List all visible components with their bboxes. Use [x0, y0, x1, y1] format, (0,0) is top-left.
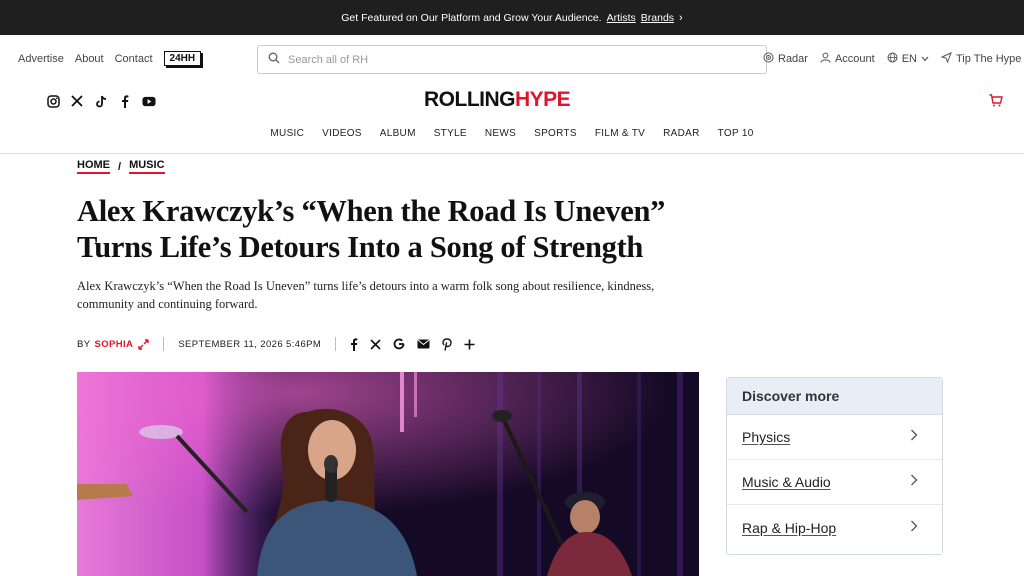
nav-music[interactable]: MUSIC	[270, 128, 304, 139]
breadcrumb-separator: /	[118, 160, 122, 173]
radar-link[interactable]: Radar	[763, 52, 808, 66]
breadcrumb-home[interactable]: HOME	[77, 159, 110, 174]
promo-brands-link[interactable]: Brands	[641, 12, 674, 24]
breadcrumb-music[interactable]: MUSIC	[129, 159, 165, 174]
x-icon[interactable]	[70, 94, 84, 108]
article-dek: Alex Krawczyk’s “When the Road Is Uneven…	[77, 279, 655, 311]
x-icon[interactable]	[370, 338, 381, 350]
chevron-down-icon	[921, 53, 929, 65]
nav-radar[interactable]: RADAR	[663, 128, 700, 139]
byline: BY SOPHIA SEPTEMBER 11, 2026 5:46PM	[77, 337, 475, 351]
plus-icon[interactable]	[464, 339, 475, 350]
about-link[interactable]: About	[75, 53, 104, 65]
main-nav: MUSIC VIDEOS ALBUM STYLE NEWS SPORTS FIL…	[0, 128, 1024, 139]
tiktok-icon[interactable]	[94, 94, 108, 108]
share-icons	[350, 337, 475, 351]
search-icon	[268, 51, 280, 69]
radar-label: Radar	[778, 53, 808, 65]
chevron-right-icon: ›	[679, 11, 683, 24]
nav-divider	[0, 153, 1024, 154]
breadcrumb: HOME / MUSIC	[77, 159, 165, 174]
language-selector[interactable]: EN	[887, 52, 929, 66]
author-link[interactable]: SOPHIA	[94, 339, 133, 350]
nav-film-tv[interactable]: FILM & TV	[595, 128, 645, 139]
pinterest-icon[interactable]	[442, 337, 452, 351]
cart-icon[interactable]	[989, 94, 1003, 112]
hero-image	[77, 372, 699, 576]
account-label: Account	[834, 53, 875, 65]
email-icon[interactable]	[417, 339, 430, 349]
byline-by: BY	[77, 338, 91, 350]
nav-top-10[interactable]: TOP 10	[718, 128, 754, 139]
promo-bar: Get Featured on Our Platform and Grow Yo…	[0, 0, 1024, 35]
language-label: EN	[901, 53, 917, 65]
radar-icon	[763, 52, 774, 66]
byline-divider	[163, 337, 165, 351]
site-logo[interactable]: ROLLINGHYPE	[424, 88, 571, 112]
nav-sports[interactable]: SPORTS	[534, 128, 577, 139]
discover-more-title: Discover more	[727, 378, 942, 415]
utility-right: Radar Account EN Tip The Hype	[763, 52, 1021, 66]
discover-item-music-audio[interactable]: Music & Audio	[727, 460, 942, 505]
article-title: Alex Krawczyk’s “When the Road Is Uneven…	[77, 194, 666, 264]
discover-more-panel: Discover more Physics Music & Audio Rap …	[726, 377, 943, 555]
facebook-icon[interactable]	[118, 94, 132, 108]
social-links	[46, 94, 156, 108]
globe-icon	[887, 52, 898, 66]
tip-the-hype-link[interactable]: Tip The Hype	[940, 52, 1022, 66]
nav-videos[interactable]: VIDEOS	[322, 128, 362, 139]
search-input[interactable]	[288, 53, 758, 66]
account-link[interactable]: Account	[820, 52, 875, 66]
chevron-right-icon	[910, 519, 918, 537]
facebook-icon[interactable]	[350, 337, 358, 351]
youtube-icon[interactable]	[142, 94, 156, 108]
utility-links: Advertise About Contact 24HH	[18, 51, 202, 66]
nav-news[interactable]: NEWS	[485, 128, 516, 139]
publish-date: SEPTEMBER 11, 2026 5:46PM	[178, 338, 322, 350]
search-box[interactable]	[257, 45, 767, 74]
promo-text: Get Featured on Our Platform and Grow Yo…	[341, 11, 602, 24]
promo-artists-link[interactable]: Artists	[607, 12, 636, 24]
contact-link[interactable]: Contact	[115, 53, 153, 65]
user-icon	[820, 52, 831, 66]
discover-item-label: Music & Audio	[742, 474, 831, 490]
tip-label: Tip The Hype	[956, 53, 1022, 65]
byline-divider-2	[335, 337, 337, 351]
advertise-link[interactable]: Advertise	[18, 53, 64, 65]
discover-item-physics[interactable]: Physics	[727, 415, 942, 460]
discover-item-rap-hip-hop[interactable]: Rap & Hip-Hop	[727, 505, 942, 550]
chevron-right-icon	[910, 428, 918, 446]
expand-arrows-icon[interactable]	[138, 338, 150, 350]
google-icon[interactable]	[393, 338, 405, 350]
nav-album[interactable]: ALBUM	[380, 128, 416, 139]
discover-item-label: Physics	[742, 429, 791, 445]
logo-hype: HYPE	[515, 88, 571, 111]
send-icon	[940, 52, 952, 66]
chevron-right-icon	[910, 473, 918, 491]
24hh-badge[interactable]: 24HH	[163, 51, 202, 66]
nav-style[interactable]: STYLE	[434, 128, 467, 139]
logo-rolling: ROLLING	[424, 88, 516, 111]
instagram-icon[interactable]	[46, 94, 60, 108]
discover-item-label: Rap & Hip-Hop	[742, 519, 837, 536]
